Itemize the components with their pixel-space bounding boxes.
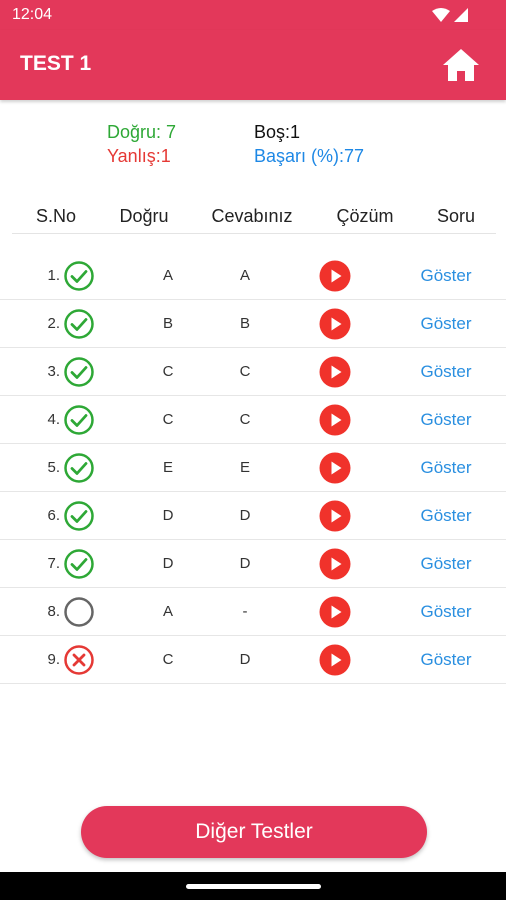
play-solution-icon[interactable] — [319, 308, 351, 340]
play-solution-icon[interactable] — [319, 596, 351, 628]
check-circle-icon — [63, 452, 95, 484]
table-row: 1. A A Göster — [0, 252, 506, 300]
table-row: 7. D D Göster — [0, 540, 506, 588]
play-solution-icon[interactable] — [319, 260, 351, 292]
header-answer: Cevabınız — [211, 206, 293, 226]
row-number: 4. — [47, 411, 60, 428]
status-time: 12:04 — [12, 6, 53, 23]
your-answer: C — [239, 363, 251, 380]
show-question-link[interactable]: Göster — [420, 410, 471, 430]
header-solution: Çözüm — [336, 206, 394, 226]
show-question-link[interactable]: Göster — [420, 362, 471, 382]
play-solution-icon[interactable] — [319, 548, 351, 580]
table-row: 4. C C Göster — [0, 396, 506, 444]
results-table: 1. A A Göster 2. B B Göster 3. C C Göster 4. C C Göster… — [0, 252, 506, 684]
play-solution-icon[interactable] — [319, 452, 351, 484]
page-title: TEST 1 — [20, 52, 92, 75]
other-tests-button[interactable]: Diğer Testler — [81, 806, 427, 858]
table-row: 8. A - Göster — [0, 588, 506, 636]
show-question-link[interactable]: Göster — [420, 266, 471, 286]
play-solution-icon[interactable] — [319, 500, 351, 532]
header-no: S.No — [35, 206, 77, 226]
table-row: 2. B B Göster — [0, 300, 506, 348]
correct-answer: E — [162, 459, 174, 476]
status-bar: 12:04 — [0, 0, 506, 30]
cross-circle-icon — [63, 644, 95, 676]
row-number: 7. — [47, 555, 60, 572]
wifi-icon — [432, 8, 450, 22]
correct-answer: A — [162, 267, 174, 284]
table-row: 5. E E Göster — [0, 444, 506, 492]
table-row: 9. C D Göster — [0, 636, 506, 684]
row-number: 3. — [47, 363, 60, 380]
signal-icon — [454, 8, 468, 22]
your-answer: B — [239, 315, 251, 332]
correct-answer: D — [162, 507, 174, 524]
your-answer: A — [239, 267, 251, 284]
table-row: 6. D D Göster — [0, 492, 506, 540]
your-answer: D — [239, 555, 251, 572]
table-row: 3. C C Göster — [0, 348, 506, 396]
correct-answer: C — [162, 363, 174, 380]
correct-answer: C — [162, 411, 174, 428]
show-question-link[interactable]: Göster — [420, 506, 471, 526]
summary-success: Başarı (%):77 — [254, 146, 365, 166]
header-question: Soru — [436, 206, 476, 226]
row-number: 1. — [47, 267, 60, 284]
check-circle-icon — [63, 404, 95, 436]
check-circle-icon — [63, 356, 95, 388]
check-circle-icon — [63, 500, 95, 532]
table-header: S.No Doğru Cevabınız Çözüm Soru — [12, 196, 496, 234]
summary-empty: Boş:1 — [254, 122, 301, 142]
correct-answer: A — [162, 603, 174, 620]
row-number: 5. — [47, 459, 60, 476]
play-solution-icon[interactable] — [319, 356, 351, 388]
show-question-link[interactable]: Göster — [420, 650, 471, 670]
show-question-link[interactable]: Göster — [420, 458, 471, 478]
empty-circle-icon — [63, 596, 95, 628]
correct-answer: C — [162, 651, 174, 668]
summary-wrong: Yanlış:1 — [107, 146, 171, 166]
correct-answer: D — [162, 555, 174, 572]
header-correct: Doğru — [119, 206, 169, 226]
app-bar: TEST 1 — [0, 30, 506, 100]
show-question-link[interactable]: Göster — [420, 602, 471, 622]
summary-correct: Doğru: 7 — [107, 122, 177, 142]
check-circle-icon — [63, 260, 95, 292]
home-gesture-handle[interactable] — [186, 884, 321, 889]
play-solution-icon[interactable] — [319, 404, 351, 436]
show-question-link[interactable]: Göster — [420, 554, 471, 574]
row-number: 2. — [47, 315, 60, 332]
your-answer: D — [239, 651, 251, 668]
check-circle-icon — [63, 308, 95, 340]
row-number: 8. — [47, 603, 60, 620]
correct-answer: B — [162, 315, 174, 332]
play-solution-icon[interactable] — [319, 644, 351, 676]
status-icons — [432, 7, 468, 23]
your-answer: - — [242, 603, 248, 620]
row-number: 6. — [47, 507, 60, 524]
your-answer: C — [239, 411, 251, 428]
home-icon[interactable] — [442, 47, 480, 83]
your-answer: D — [239, 507, 251, 524]
row-number: 9. — [47, 651, 60, 668]
navigation-bar — [0, 872, 506, 900]
your-answer: E — [239, 459, 251, 476]
show-question-link[interactable]: Göster — [420, 314, 471, 334]
check-circle-icon — [63, 548, 95, 580]
